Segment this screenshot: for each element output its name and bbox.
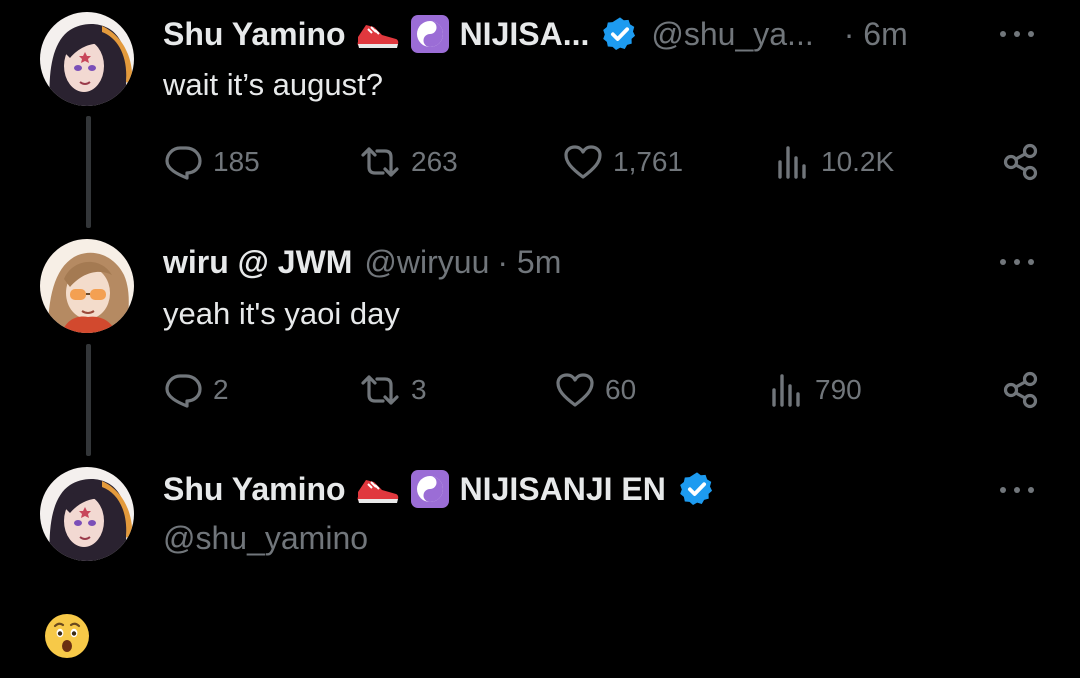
more-options-icon[interactable] (1000, 480, 1034, 500)
like-count: 60 (605, 374, 637, 405)
views-count: 790 (815, 374, 862, 405)
author-name[interactable]: wiru @ JWM (163, 240, 352, 284)
views-icon (772, 374, 800, 407)
thread-line-1 (86, 116, 91, 228)
reply-count: 2 (213, 374, 229, 405)
tweet-header-2: wiru @ JWM @wiryuu · 5m (163, 240, 561, 284)
author-handle[interactable]: @shu_ya... (651, 12, 813, 56)
tweet-text: yeah it's yaoi day (163, 296, 400, 331)
tweet-timestamp[interactable]: · 5m (497, 240, 561, 284)
yin-yang-emoji-icon (410, 14, 450, 54)
views-button[interactable]: 790 (769, 368, 862, 412)
reply-icon (165, 374, 202, 408)
sneaker-emoji-icon (356, 17, 400, 51)
views-count: 10.2K (821, 146, 895, 177)
views-icon (778, 146, 806, 179)
more-options-icon[interactable] (1000, 24, 1034, 44)
reply-button[interactable]: 185 (163, 140, 260, 184)
reply-button[interactable]: 2 (163, 368, 229, 412)
tweet-header-1: Shu Yamino NIJISA... @shu_ya... · 6m (163, 12, 908, 56)
author-name[interactable]: Shu Yamino (163, 12, 346, 56)
like-button[interactable]: 1,761 (563, 140, 683, 184)
reply-icon (165, 146, 202, 180)
tweet-actions-1: 185 263 1,761 10.2K (163, 140, 1040, 184)
yin-yang-emoji-icon (410, 469, 450, 509)
author-name[interactable]: Shu Yamino (163, 467, 346, 511)
share-icon (1003, 371, 1038, 409)
repost-button[interactable]: 3 (359, 368, 427, 412)
tweet-text: wait it’s august? (163, 67, 383, 102)
thread-line-2 (86, 344, 91, 456)
repost-button[interactable]: 263 (359, 140, 458, 184)
verified-badge-icon (601, 15, 639, 53)
org-label: NIJISANJI EN (459, 471, 666, 507)
share-button[interactable] (1002, 142, 1040, 187)
org-label: NIJISA... (459, 16, 590, 52)
astonished-face-emoji: 😯 (43, 612, 91, 660)
author-handle[interactable]: @wiryuu (364, 240, 489, 284)
repost-count: 263 (411, 146, 458, 177)
more-options-icon[interactable] (1000, 252, 1034, 272)
sneaker-emoji-icon (356, 472, 400, 506)
tweet-header-3: Shu Yamino NIJISANJI EN (163, 467, 716, 511)
avatar-shu-yamino[interactable] (40, 12, 134, 106)
share-icon (1003, 143, 1038, 181)
repost-icon (361, 375, 399, 405)
tweet-timestamp[interactable]: · 6m (844, 12, 908, 56)
avatar-wiru[interactable] (40, 239, 134, 333)
repost-count: 3 (411, 374, 427, 405)
heart-icon (564, 145, 602, 179)
like-button[interactable]: 60 (555, 368, 636, 412)
avatar-shu-yamino[interactable] (40, 467, 134, 561)
repost-icon (361, 147, 399, 177)
like-count: 1,761 (613, 146, 684, 177)
views-button[interactable]: 10.2K (775, 140, 894, 184)
heart-icon (556, 373, 594, 407)
author-handle[interactable]: @shu_yamino (163, 516, 368, 560)
verified-badge-icon (678, 470, 716, 508)
share-button[interactable] (1002, 370, 1040, 415)
reply-count: 185 (213, 146, 260, 177)
tweet-actions-2: 2 3 60 790 (163, 368, 1040, 412)
